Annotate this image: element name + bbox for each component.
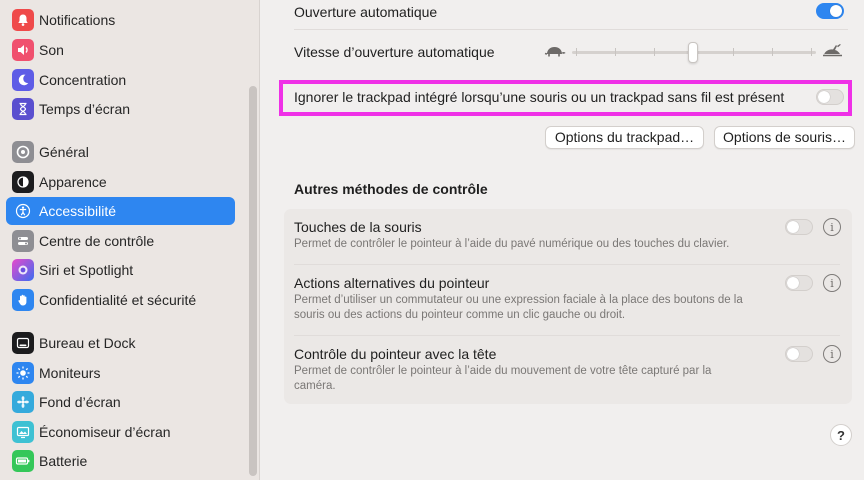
sidebar-item-confidentialite[interactable]: Confidentialité et sécurité (6, 286, 235, 314)
appearance-icon (12, 171, 34, 193)
sidebar-item-label: Apparence (39, 174, 107, 190)
mouse-keys-toggle[interactable] (785, 219, 813, 235)
sidebar-item-fond-ecran[interactable]: Fond d’écran (6, 388, 235, 416)
sidebar-item-label: Siri et Spotlight (39, 262, 134, 278)
bell-icon (12, 9, 34, 31)
separator (294, 29, 848, 30)
separator (294, 335, 840, 336)
ignore-trackpad-toggle[interactable] (816, 89, 844, 105)
sidebar-item-label: Bureau et Dock (39, 335, 136, 351)
sidebar-item-centre-controle[interactable]: Centre de contrôle (6, 227, 235, 255)
other-methods-title: Autres méthodes de contrôle (294, 181, 488, 197)
screensaver-icon (12, 421, 34, 443)
slider-tick (615, 48, 616, 56)
sidebar-item-economiseur[interactable]: Économiseur d’écran (6, 418, 235, 446)
sidebar-item-bureau-dock[interactable]: Bureau et Dock (6, 329, 235, 357)
head-pointer-title: Contrôle du pointeur avec la tête (294, 346, 497, 362)
alt-pointer-actions-toggle[interactable] (785, 275, 813, 291)
sidebar-item-notifications[interactable]: Notifications (6, 6, 235, 34)
sidebar-item-label: Batterie (39, 453, 88, 469)
hand-icon (12, 289, 34, 311)
sidebar-item-batterie[interactable]: Batterie (6, 447, 235, 475)
sidebar-item-label: Notifications (39, 12, 116, 28)
toggle-knob (830, 5, 842, 17)
siri-icon (12, 259, 34, 281)
sidebar-item-label: Confidentialité et sécurité (39, 292, 197, 308)
gear-icon (12, 141, 34, 163)
turtle-icon (543, 43, 567, 59)
slider-tick (811, 48, 812, 56)
toggle-knob (818, 91, 830, 103)
speaker-icon (12, 39, 34, 61)
speed-slider-thumb[interactable] (688, 42, 698, 63)
head-pointer-description: Permet de contrôler le pointeur à l’aide… (294, 365, 712, 392)
dock-icon (12, 332, 34, 354)
toggle-knob (787, 277, 799, 289)
alt-pointer-actions-info-icon[interactable]: i (823, 274, 841, 292)
sidebar-item-concentration[interactable]: Concentration (6, 66, 235, 94)
sidebar-item-label: Concentration (39, 72, 127, 88)
slider-tick (654, 48, 655, 56)
hare-icon (821, 43, 845, 59)
trackpad-options-button[interactable]: Options du trackpad… (545, 126, 704, 149)
sidebar-item-siri-spotlight[interactable]: Siri et Spotlight (6, 256, 235, 284)
help-button[interactable]: ? (830, 424, 852, 446)
battery-icon (12, 450, 34, 472)
sidebar-item-temps-ecran[interactable]: Temps d’écran (6, 95, 235, 123)
slider-tick (576, 48, 577, 56)
sidebar-item-label: Général (39, 144, 89, 160)
sidebar-item-label: Moniteurs (39, 365, 101, 381)
sidebar-item-label: Économiseur d’écran (39, 424, 171, 440)
mouse-keys-title: Touches de la souris (294, 219, 422, 235)
mouse-keys-info-icon[interactable]: i (823, 218, 841, 236)
sidebar-item-label: Accessibilité (39, 203, 117, 219)
sun-icon (12, 362, 34, 384)
separator (294, 264, 840, 265)
sidebar-item-label: Temps d’écran (39, 101, 131, 117)
head-pointer-info-icon[interactable]: i (823, 345, 841, 363)
alt-pointer-actions-title: Actions alternatives du pointeur (294, 275, 490, 291)
wallpaper-icon (12, 391, 34, 413)
ignore-trackpad-label: Ignorer le trackpad intégré lorsqu’une s… (294, 89, 785, 105)
sidebar-item-apparence[interactable]: Apparence (6, 168, 235, 196)
sidebar-item-label: Fond d’écran (39, 394, 121, 410)
sidebar-scrollbar[interactable] (249, 86, 257, 476)
toggle-knob (787, 221, 799, 233)
slider-tick (772, 48, 773, 56)
moon-icon (12, 69, 34, 91)
slider-tick (733, 48, 734, 56)
sidebar: Notifications Son Concentration Temps d’… (0, 0, 260, 480)
auto-open-toggle[interactable] (816, 3, 844, 19)
alt-pointer-actions-description: Permet d’utiliser un commutateur ou une … (294, 294, 743, 321)
auto-open-label: Ouverture automatique (294, 4, 438, 20)
head-pointer-toggle[interactable] (785, 346, 813, 362)
control-center-icon (12, 230, 34, 252)
mouse-options-button[interactable]: Options de souris… (714, 126, 855, 149)
mouse-keys-description: Permet de contrôler le pointeur à l’aide… (294, 238, 730, 250)
sidebar-item-moniteurs[interactable]: Moniteurs (6, 359, 235, 387)
toggle-knob (787, 348, 799, 360)
sidebar-item-label: Centre de contrôle (39, 233, 155, 249)
hourglass-icon (12, 98, 34, 120)
sidebar-item-son[interactable]: Son (6, 36, 235, 64)
auto-open-speed-label: Vitesse d’ouverture automatique (294, 44, 495, 60)
sidebar-item-label: Son (39, 42, 64, 58)
accessibility-icon (12, 200, 34, 222)
sidebar-item-accessibilite[interactable]: Accessibilité (6, 197, 235, 225)
sidebar-item-general[interactable]: Général (6, 138, 235, 166)
